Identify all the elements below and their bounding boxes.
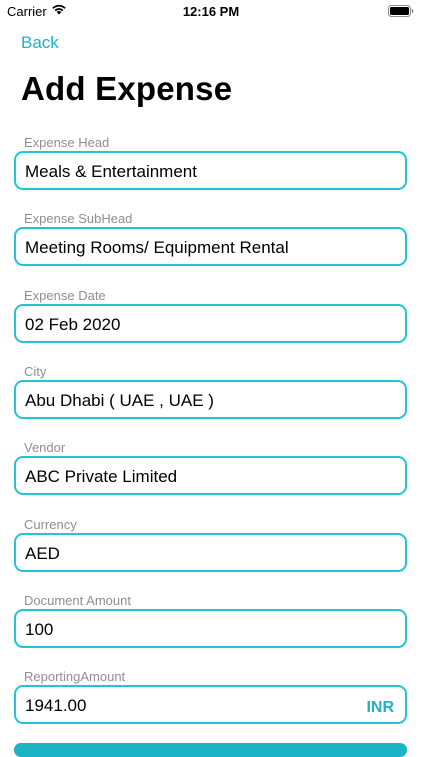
status-time: 12:16 PM	[182, 4, 240, 19]
status-bar: Carrier 12:16 PM	[0, 0, 422, 22]
field-label: Expense SubHead	[24, 211, 133, 226]
back-button[interactable]: Back	[21, 33, 59, 53]
field-value: 1941.00	[25, 696, 87, 715]
field-value: Meeting Rooms/ Equipment Rental	[25, 238, 289, 257]
vendor-input[interactable]: ABC Private Limited	[14, 456, 407, 495]
field-value: Abu Dhabi ( UAE , UAE )	[25, 391, 214, 410]
field-label: Currency	[24, 517, 77, 532]
field-label: Vendor	[24, 440, 66, 455]
field-label: Expense Head	[24, 135, 110, 150]
city-input[interactable]: Abu Dhabi ( UAE , UAE )	[14, 380, 407, 419]
field-label: City	[24, 364, 47, 379]
field-label: Expense Date	[24, 288, 106, 303]
field-label: Document Amount	[24, 593, 131, 608]
field-value: AED	[25, 544, 60, 563]
battery-icon	[388, 5, 414, 17]
reporting-amount-input[interactable]: 1941.00 INR	[14, 685, 407, 724]
field-value: Meals & Entertainment	[25, 162, 197, 181]
document-amount-input[interactable]: 100	[14, 609, 407, 648]
field-label: ReportingAmount	[24, 669, 126, 684]
field-value: 100	[25, 620, 54, 639]
field-value: ABC Private Limited	[25, 467, 178, 486]
reporting-currency-badge: INR	[366, 699, 394, 716]
expense-date-input[interactable]: 02 Feb 2020	[14, 304, 407, 343]
submit-button[interactable]	[14, 743, 407, 757]
field-value: 02 Feb 2020	[25, 315, 121, 334]
expense-subhead-input[interactable]: Meeting Rooms/ Equipment Rental	[14, 227, 407, 266]
currency-input[interactable]: AED	[14, 533, 407, 572]
expense-head-input[interactable]: Meals & Entertainment	[14, 151, 407, 190]
page-title: Add Expense	[21, 70, 233, 107]
